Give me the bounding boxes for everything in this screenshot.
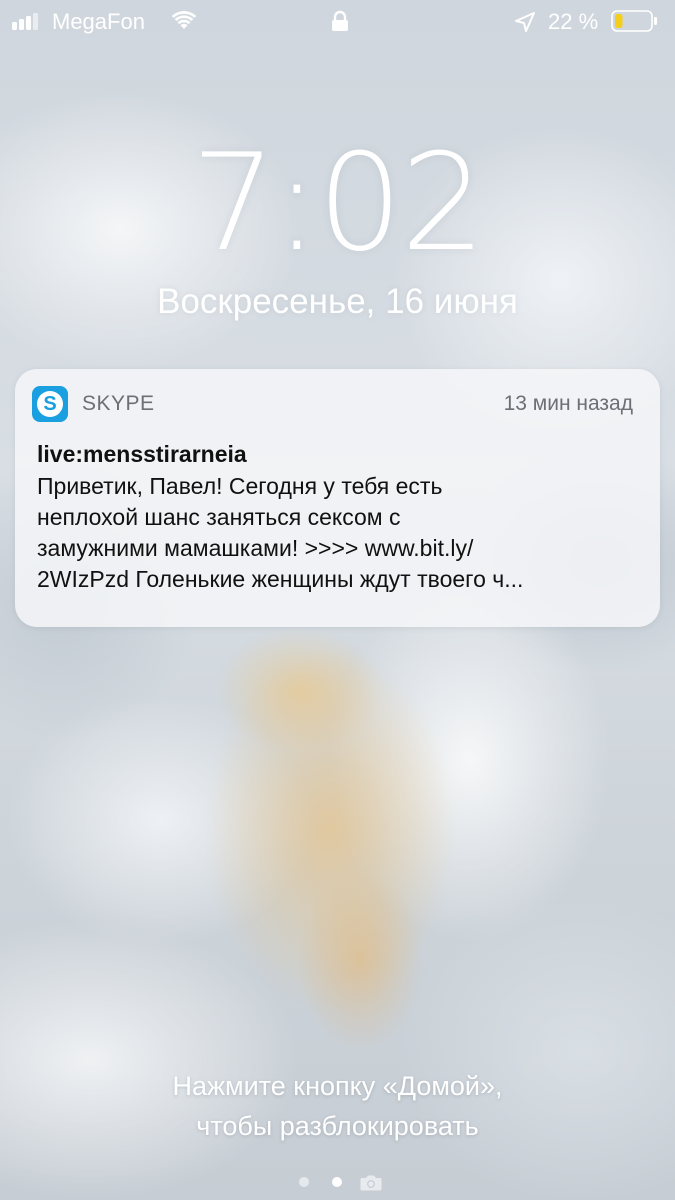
battery-fill bbox=[615, 14, 623, 28]
notification-sender: live:mensstirarneia bbox=[37, 441, 247, 467]
carrier-name: MegaFon bbox=[52, 9, 145, 34]
notification-header: S SKYPE 13 мин назад bbox=[15, 369, 660, 439]
page-dot-widgets[interactable] bbox=[299, 1177, 309, 1187]
notification-message-line: замужними мамашками! >>>> www.bit.ly/ bbox=[37, 535, 474, 561]
lock-screen-date: Воскресенье, 16 июня bbox=[157, 282, 518, 321]
location-icon bbox=[515, 12, 535, 32]
notification-message-line: Приветик, Павел! Сегодня у тебя есть bbox=[37, 473, 443, 499]
battery-icon bbox=[611, 10, 657, 32]
notification-app-name: SKYPE bbox=[82, 392, 155, 415]
unlock-hint: Нажмите кнопку «Домой», чтобы разблокиро… bbox=[0, 1066, 675, 1146]
unlock-hint-line-1: Нажмите кнопку «Домой», bbox=[172, 1071, 503, 1101]
status-bar: MegaFon 22 % bbox=[0, 0, 675, 44]
wifi-icon bbox=[171, 11, 197, 29]
notification-card[interactable]: S SKYPE 13 мин назад live:mensstirarneia… bbox=[15, 369, 660, 627]
signal-icon bbox=[12, 12, 48, 30]
notification-message-line: 2WIzPzd Голенькие женщины ждут твоего ч.… bbox=[37, 566, 524, 592]
battery-percentage: 22 % bbox=[548, 9, 599, 34]
notification-message: Приветик, Павел! Сегодня у тебя есть неп… bbox=[37, 471, 638, 595]
notification-body: live:mensstirarneia Приветик, Павел! Сег… bbox=[37, 439, 638, 595]
unlock-hint-line-2: чтобы разблокировать bbox=[196, 1111, 479, 1141]
lock-screen-time: 7:02 bbox=[191, 125, 486, 281]
camera-icon[interactable] bbox=[360, 1174, 382, 1191]
skype-icon: S bbox=[32, 386, 68, 422]
notification-time: 13 мин назад bbox=[503, 392, 633, 415]
page-indicator[interactable] bbox=[0, 1172, 675, 1192]
page-dot-current[interactable] bbox=[332, 1177, 342, 1187]
notification-message-line: неплохой шанс заняться сексом с bbox=[37, 504, 401, 530]
lock-icon bbox=[332, 10, 348, 31]
